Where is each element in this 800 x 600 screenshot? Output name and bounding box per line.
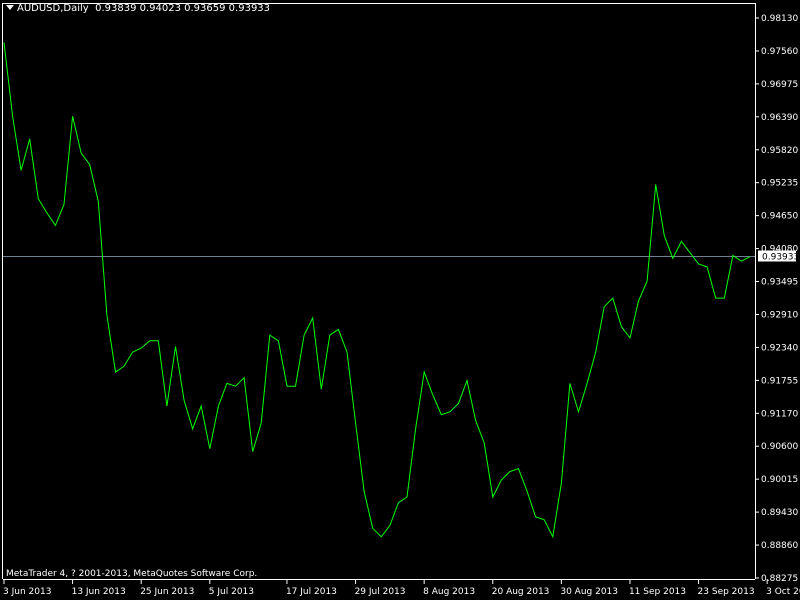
y-tick-label: 0.90600	[761, 442, 798, 452]
copyright-text: MetaTrader 4, ? 2001-2013, MetaQuotes So…	[6, 569, 258, 579]
x-tick-label: 25 Jun 2013	[140, 587, 194, 597]
y-tick-label: 0.92910	[761, 310, 798, 320]
symbol-label: AUDUSD,Daily	[17, 3, 89, 14]
y-tick-label: 0.97560	[761, 47, 798, 57]
price-chart[interactable]: 0.98130 0.97560 0.96975 0.96390 0.95820 0.952…	[0, 0, 800, 600]
x-axis: 3 Jun 2013 13 Jun 2013 25 Jun 2013 5 Jul 20…	[3, 579, 800, 597]
x-tick-label: 13 Jun 2013	[72, 587, 126, 597]
plot-area[interactable]	[2, 3, 756, 580]
x-tick-label: 3 Jun 2013	[3, 587, 51, 597]
current-price-marker: 0.93933	[758, 250, 799, 262]
y-tick-label: 0.94650	[761, 212, 798, 222]
x-tick-label: 30 Aug 2013	[560, 587, 618, 597]
menu-triangle-icon[interactable]	[6, 5, 14, 10]
y-tick-label: 0.96975	[761, 80, 798, 90]
current-price-label: 0.93933	[762, 252, 799, 262]
chart-header[interactable]: AUDUSD,Daily 0.93839 0.94023 0.93659 0.9…	[6, 3, 270, 14]
x-tick-label: 11 Sep 2013	[629, 587, 686, 597]
y-tick-label: 0.91755	[761, 376, 798, 386]
y-tick-label: 0.93495	[761, 278, 798, 288]
y-tick-label: 0.96390	[761, 113, 798, 123]
y-tick-label: 0.95820	[761, 146, 798, 156]
price-series-line	[3, 42, 751, 539]
x-tick-label: 8 Aug 2013	[423, 587, 475, 597]
ohlc-values: 0.93839 0.94023 0.93659 0.93933	[95, 3, 271, 14]
y-axis: 0.98130 0.97560 0.96975 0.96390 0.95820 0.952…	[755, 14, 798, 584]
x-tick-label: 3 Oct 2013	[766, 587, 800, 597]
y-tick-label: 0.98130	[761, 14, 798, 24]
x-tick-label: 29 Jul 2013	[355, 587, 406, 597]
y-tick-label: 0.90015	[761, 475, 798, 485]
y-tick-label: 0.95235	[761, 179, 798, 189]
x-tick-label: 17 Jul 2013	[286, 587, 337, 597]
y-tick-label: 0.88860	[761, 541, 798, 551]
x-tick-label: 20 Aug 2013	[492, 587, 550, 597]
y-tick-label: 0.92340	[761, 343, 798, 353]
x-tick-label: 5 Jul 2013	[209, 587, 254, 597]
y-tick-label: 0.91170	[761, 409, 798, 419]
x-tick-label: 23 Sep 2013	[698, 587, 755, 597]
y-tick-label: 0.88275	[761, 574, 798, 584]
y-tick-label: 0.89430	[761, 508, 798, 518]
